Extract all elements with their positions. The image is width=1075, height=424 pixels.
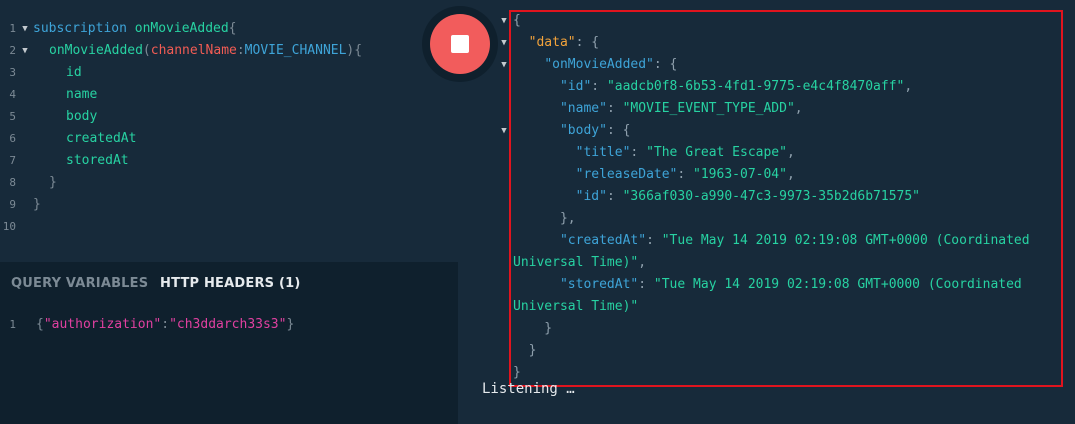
- line-number: 8: [9, 176, 16, 189]
- field-name: onMovieAdded: [49, 43, 143, 58]
- stop-subscription-button[interactable]: [430, 14, 490, 74]
- result-line: "createdAt": "Tue May 14 2019 02:19:08 G…: [559, 233, 1030, 248]
- result-line: "onMovieAdded": {: [544, 57, 678, 72]
- selected-field: name: [66, 87, 98, 102]
- closing-brace: }: [49, 175, 57, 190]
- result-line: "releaseDate": "1963-07-04",: [575, 167, 795, 182]
- tab-query-variables[interactable]: QUERY VARIABLES: [11, 276, 148, 291]
- json-key-createdat: "createdAt": [559, 233, 647, 248]
- code-line-2: onMovieAdded(channelName:MOVIE_CHANNEL){: [49, 43, 363, 58]
- fold-arrow-icon[interactable]: ▼: [20, 18, 30, 40]
- closing-brace: }: [33, 197, 41, 212]
- json-value-id: "aadcb0f8-6b53-4fd1-9775-e4c4f8470aff": [606, 79, 905, 94]
- json-key-body: "body": [559, 123, 607, 138]
- listening-status: Listening …: [482, 381, 575, 397]
- left-pane: 1 2 3 4 5 6 7 8 9 10 ▼ ▼ subscription on…: [0, 0, 458, 424]
- result-line: "title": "The Great Escape",: [575, 145, 795, 160]
- result-line: Universal Time)",: [513, 255, 647, 270]
- result-line: "id": "aadcb0f8-6b53-4fd1-9775-e4c4f8470…: [559, 79, 913, 94]
- result-line: }: [513, 343, 537, 358]
- fold-arrow-icon[interactable]: ▼: [499, 54, 509, 76]
- json-value-createdat-wrap: Universal Time)": [513, 255, 639, 270]
- selected-field: storedAt: [66, 153, 129, 168]
- argument-value: MOVIE_CHANNEL: [244, 43, 347, 58]
- query-editor[interactable]: 1 2 3 4 5 6 7 8 9 10 ▼ ▼ subscription on…: [0, 0, 458, 262]
- stop-icon: [451, 35, 469, 53]
- selected-field: id: [66, 65, 82, 80]
- line-number: 6: [9, 132, 16, 145]
- result-line: }: [513, 321, 553, 336]
- json-value-storedat-wrap: Universal Time)": [513, 299, 639, 314]
- line-number: 1: [9, 318, 16, 331]
- json-value-body-id: "366af030-a990-47c3-9973-35b2d6b71575": [622, 189, 921, 204]
- operation-name: onMovieAdded: [134, 21, 229, 36]
- line-number: 4: [9, 88, 16, 101]
- fold-arrow-icon[interactable]: ▼: [499, 10, 509, 32]
- json-key-storedat: "storedAt": [559, 277, 639, 292]
- json-key-id: "id": [559, 79, 592, 94]
- line-number: 1: [9, 22, 16, 35]
- headers-code-line: {"authorization":"ch3ddarch33s3"}: [36, 317, 295, 332]
- selected-field: createdAt: [66, 131, 137, 146]
- json-value-title: "The Great Escape": [646, 145, 787, 160]
- json-value-name: "MOVIE_EVENT_TYPE_ADD": [622, 101, 795, 116]
- http-headers-editor[interactable]: 1 {"authorization":"ch3ddarch33s3"}: [0, 306, 458, 424]
- result-line: "name": "MOVIE_EVENT_TYPE_ADD",: [559, 101, 803, 116]
- json-key-name: "name": [559, 101, 607, 116]
- fold-arrow-icon[interactable]: ▼: [499, 120, 509, 142]
- selected-field: body: [66, 109, 98, 124]
- line-number: 7: [9, 154, 16, 167]
- json-key-onmovieadded: "onMovieAdded": [544, 57, 654, 72]
- tab-http-headers[interactable]: HTTP HEADERS (1): [160, 276, 301, 291]
- result-line: "id": "366af030-a990-47c3-9973-35b2d6b71…: [575, 189, 921, 204]
- json-key-title: "title": [575, 145, 631, 160]
- json-value-createdat: "Tue May 14 2019 02:19:08 GMT+0000 (Coor…: [661, 233, 1030, 248]
- line-number: 10: [2, 220, 16, 233]
- line-number: 5: [9, 110, 16, 123]
- code-line-1: subscription onMovieAdded{: [33, 21, 237, 36]
- header-key: "authorization": [43, 317, 162, 332]
- argument-name: channelName: [150, 43, 237, 58]
- header-value: "ch3ddarch33s3": [169, 317, 287, 332]
- keyword-subscription: subscription: [33, 21, 127, 36]
- fold-arrow-icon[interactable]: ▼: [20, 40, 30, 62]
- json-value-storedat: "Tue May 14 2019 02:19:08 GMT+0000 (Coor…: [653, 277, 1022, 292]
- result-line: "data": {: [528, 35, 600, 50]
- result-line: "storedAt": "Tue May 14 2019 02:19:08 GM…: [559, 277, 1022, 292]
- json-value-releasedate: "1963-07-04": [693, 167, 787, 182]
- json-key-body-id: "id": [575, 189, 607, 204]
- result-line: "body": {: [559, 123, 631, 138]
- fold-arrow-icon[interactable]: ▼: [499, 32, 509, 54]
- variables-tab-bar: QUERY VARIABLES HTTP HEADERS (1): [0, 262, 458, 306]
- result-line: Universal Time)": [513, 296, 638, 318]
- line-number: 2: [9, 44, 16, 57]
- json-key-releasedate: "releaseDate": [575, 167, 678, 182]
- line-number: 9: [9, 198, 16, 211]
- json-key-data: "data": [528, 35, 576, 50]
- result-line: {: [513, 13, 521, 28]
- result-line: },: [513, 211, 576, 226]
- line-number: 3: [9, 66, 16, 79]
